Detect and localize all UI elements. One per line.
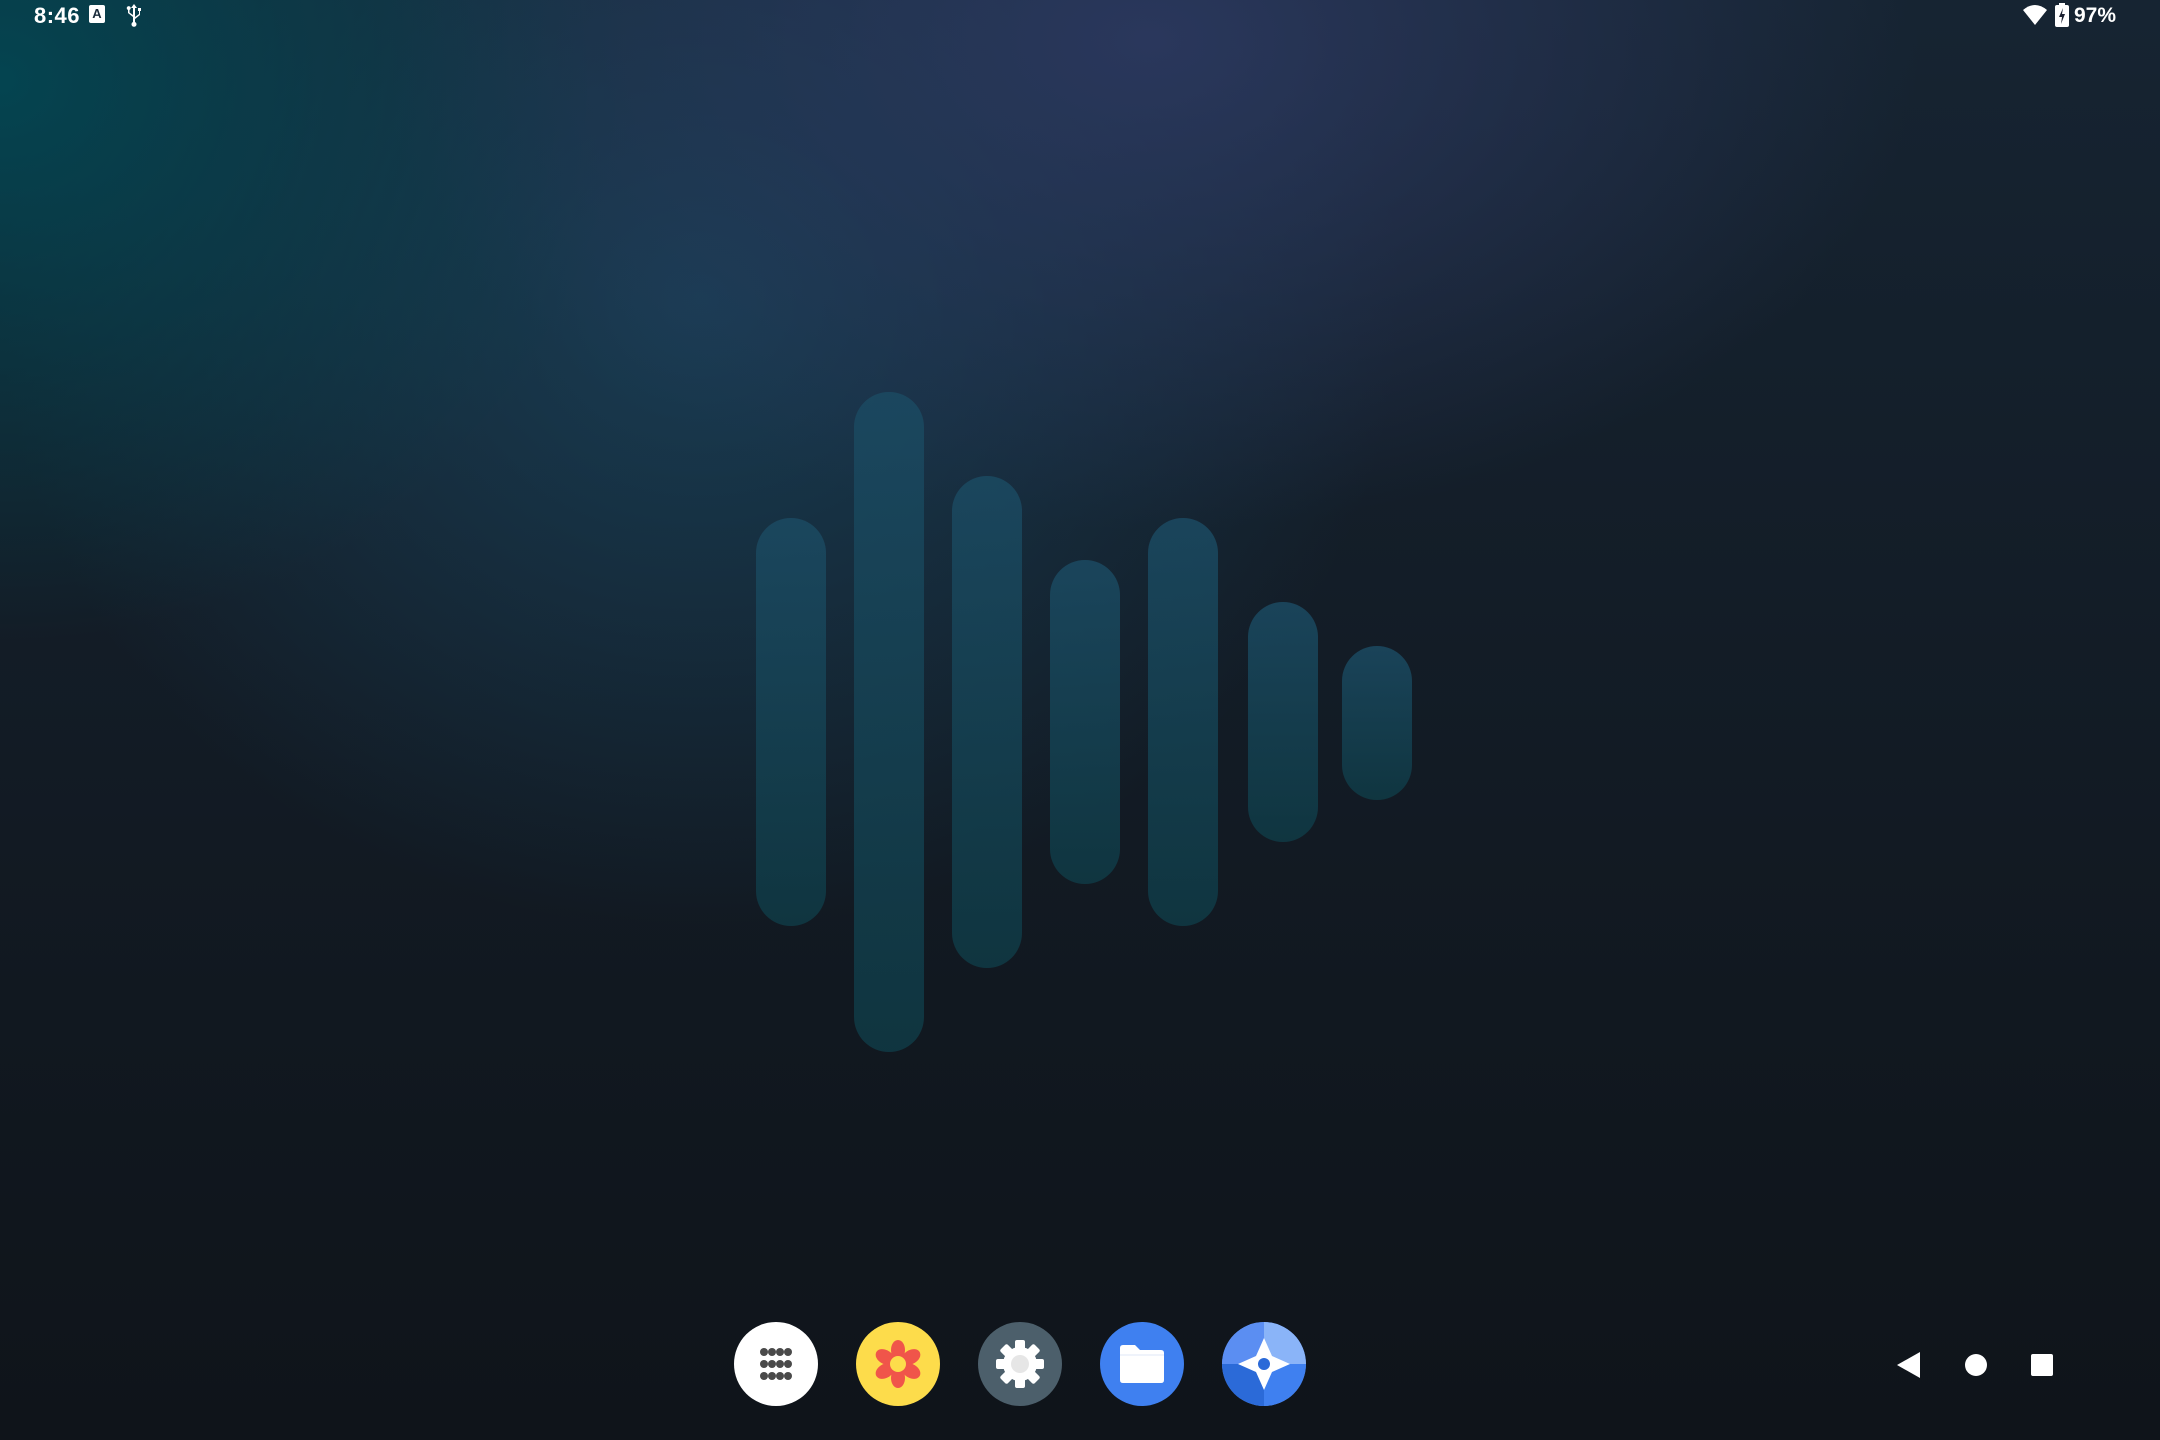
grid-dots-icon [760, 1348, 792, 1380]
logo-bar [756, 518, 826, 926]
gallery-app-icon[interactable] [856, 1322, 940, 1406]
compass-icon [1222, 1322, 1306, 1406]
gear-icon [996, 1340, 1044, 1388]
logo-bar [854, 392, 924, 1052]
home-screen: 8:46 A 97% [0, 0, 2160, 1440]
logo-bar [1248, 602, 1318, 842]
back-button[interactable] [1887, 1343, 1931, 1387]
keyboard-a-icon: A [89, 5, 105, 23]
logo-bar [952, 476, 1022, 968]
app-dock [734, 1322, 1306, 1406]
wifi-icon [2023, 5, 2047, 25]
back-triangle-icon [1897, 1352, 1920, 1378]
usb-icon [126, 4, 141, 27]
home-button[interactable] [1954, 1343, 1998, 1387]
battery-charging-icon [2055, 3, 2069, 27]
status-bar: 8:46 A 97% [0, 0, 2160, 34]
logo-bar [1148, 518, 1218, 926]
wallpaper-logo [756, 392, 1412, 1052]
recents-button[interactable] [2020, 1343, 2064, 1387]
folder-icon [1120, 1345, 1164, 1383]
status-time: 8:46 [34, 3, 81, 28]
app-drawer-button[interactable] [734, 1322, 818, 1406]
home-circle-icon [1965, 1354, 1987, 1376]
battery-percent: 97% [2074, 4, 2117, 27]
recents-square-icon [2031, 1354, 2053, 1376]
settings-app-icon[interactable] [978, 1322, 1062, 1406]
logo-bar [1342, 646, 1412, 800]
flower-icon [875, 1340, 921, 1388]
maps-app-icon[interactable] [1222, 1322, 1306, 1406]
files-app-icon[interactable] [1100, 1322, 1184, 1406]
logo-bar [1050, 560, 1120, 884]
